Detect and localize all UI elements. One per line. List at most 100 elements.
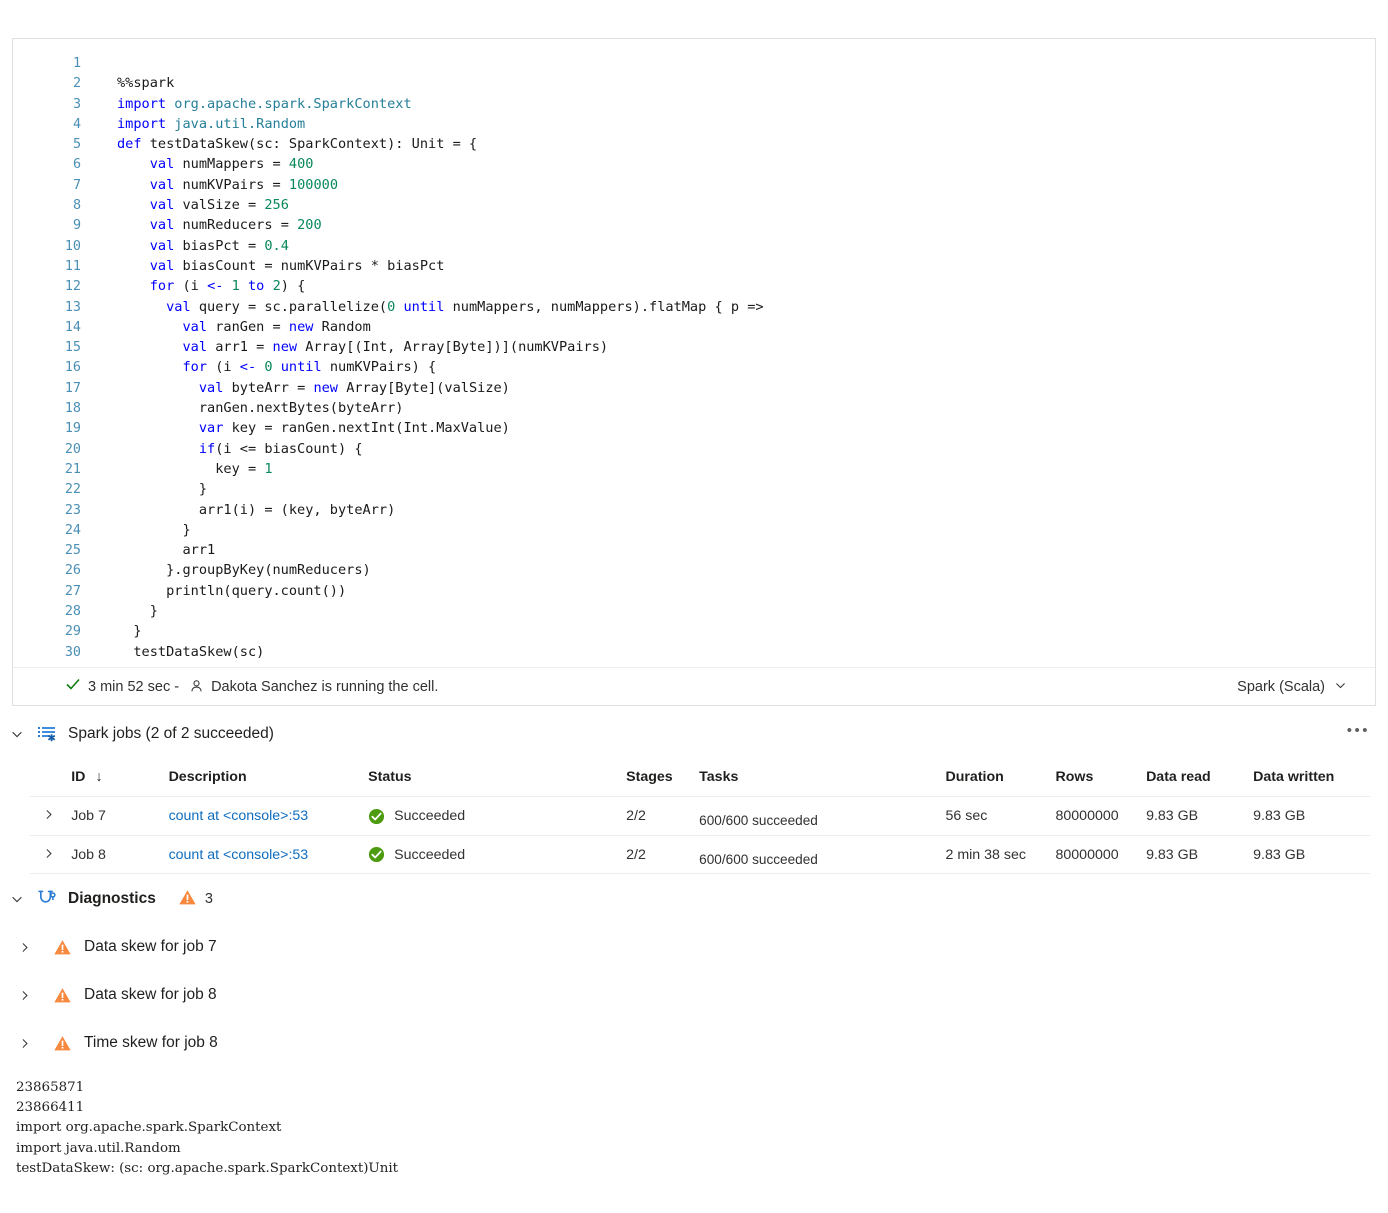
code-token: (i (182, 278, 208, 295)
code-token: } (117, 623, 142, 640)
tasks-progress-bar (699, 832, 939, 835)
status-label: Succeeded (394, 846, 466, 863)
code-line: 16 for (i <- 0 until numKVPairs) { (13, 357, 1375, 377)
spark-jobs-icon (34, 724, 60, 744)
code-token: key = ranGen.nextInt(Int.MaxValue) (231, 420, 510, 437)
code-token: val (182, 339, 216, 356)
diagnostics-item[interactable]: Time skew for job 8 (0, 1026, 700, 1060)
code-line-text: import java.util.Random (81, 114, 305, 134)
code-line: 13 val query = sc.parallelize(0 until nu… (13, 297, 1375, 317)
diagnostics-item[interactable]: Data skew for job 7 (0, 930, 700, 964)
line-number: 19 (64, 421, 81, 437)
code-line-text: } (81, 520, 191, 540)
code-token: Random (321, 318, 371, 335)
spark-jobs-header[interactable]: Spark jobs (2 of 2 succeeded) (0, 716, 1388, 752)
cell-job-id: Job 8 (71, 846, 106, 863)
column-header-id[interactable]: ID ↓ (71, 769, 168, 785)
column-header-status[interactable]: Status (368, 769, 626, 785)
code-token: arr1(i) = (key, byteArr) (117, 501, 396, 518)
column-header-duration[interactable]: Duration (946, 769, 1056, 785)
diagnostics-warning-count: 3 (204, 891, 213, 907)
code-token: } (117, 481, 208, 498)
output-line: 23866411 (16, 1100, 85, 1116)
spark-jobs-more-button[interactable]: ••• (1347, 722, 1370, 739)
code-line-text: val numReducers = 200 (81, 215, 322, 235)
cell-description-link[interactable]: count at <console>:53 (169, 808, 369, 824)
row-expand-button[interactable] (30, 808, 71, 824)
code-token: 2 (272, 278, 281, 295)
code-line: 12 for (i <- 1 to 2) { (13, 276, 1375, 296)
cell-status-bar: 3 min 52 sec - Dakota Sanchez is running… (13, 667, 1375, 705)
code-line-text: def testDataSkew(sc: SparkContext): Unit… (81, 134, 477, 154)
code-line: 11 val biasCount = numKVPairs * biasPct (13, 256, 1375, 276)
chevron-right-icon[interactable] (0, 930, 48, 964)
chevron-down-icon[interactable] (0, 716, 34, 752)
code-token: ) { (280, 278, 306, 295)
output-line: import org.apache.spark.SparkContext (16, 1120, 282, 1136)
tasks-progress-bar (699, 793, 939, 796)
chevron-right-icon[interactable] (0, 978, 48, 1012)
column-header-stages[interactable]: Stages (626, 769, 699, 785)
table-row[interactable]: Job 8 count at <console>:53 Succeeded 2/2 60… (30, 835, 1370, 874)
line-number: 23 (64, 502, 81, 518)
line-number: 16 (64, 360, 81, 376)
diagnostics-header[interactable]: Diagnostics 3 (0, 882, 700, 916)
chevron-right-icon[interactable] (0, 1026, 48, 1060)
stethoscope-icon (34, 889, 60, 910)
line-number: 28 (64, 604, 81, 620)
cell-description-link[interactable]: count at <console>:53 (169, 847, 369, 863)
output-line: import java.util.Random (16, 1140, 181, 1156)
cell-rows: 80000000 (1055, 808, 1119, 824)
code-token: biasPct = (182, 237, 265, 254)
code-line-text: var key = ranGen.nextInt(Int.MaxValue) (81, 418, 510, 438)
code-token: testDataSkew(sc) (117, 643, 265, 660)
column-header-id-label: ID (71, 769, 86, 785)
code-line-text: val numKVPairs = 100000 (81, 175, 338, 195)
column-header-rows[interactable]: Rows (1056, 769, 1147, 785)
code-token: import (117, 115, 175, 132)
language-picker[interactable]: Spark (Scala) (1237, 679, 1365, 695)
row-expand-button[interactable] (30, 847, 71, 863)
code-token: until (280, 359, 330, 376)
code-token: } (117, 521, 191, 538)
cell-status: Succeeded (368, 808, 626, 825)
column-header-description[interactable]: Description (169, 769, 369, 785)
tasks-label: 600/600 succeeded (699, 851, 818, 867)
column-header-data-written[interactable]: Data written (1253, 769, 1370, 785)
code-token: 1 (231, 278, 248, 295)
line-number: 15 (64, 340, 81, 356)
cell-data-written: 9.83 GB (1253, 808, 1306, 824)
column-header-tasks[interactable]: Tasks (699, 769, 945, 785)
status-label: Succeeded (394, 808, 466, 824)
person-icon (189, 679, 204, 694)
code-token: new (272, 339, 306, 356)
code-token: ranGen.nextBytes(byteArr) (117, 400, 404, 417)
code-line-text: ranGen.nextBytes(byteArr) (81, 398, 404, 418)
code-line-text: val arr1 = new Array[(Int, Array[Byte])]… (81, 337, 608, 357)
column-header-data-read[interactable]: Data read (1146, 769, 1253, 785)
warning-icon (48, 938, 76, 957)
code-editor[interactable]: 1 2 %%spark 3 import org.apache.spark.SparkC… (13, 53, 1375, 662)
code-token: ranGen = (215, 318, 289, 335)
table-row[interactable]: Job 7 count at <console>:53 Succeeded 2/2 60… (30, 796, 1370, 835)
cell-duration: 2 min 38 sec (945, 846, 1026, 863)
code-line: 10 val biasPct = 0.4 (13, 236, 1375, 256)
cell-data-read: 9.83 GB (1146, 846, 1199, 863)
line-number: 11 (64, 258, 81, 274)
tasks-label: 600/600 succeeded (699, 813, 818, 828)
chevron-down-icon[interactable] (0, 881, 34, 917)
code-token: numReducers = (182, 217, 298, 234)
cell-output: 23865871 23866411 import org.apache.spark.… (16, 1078, 1316, 1179)
code-token: testDataSkew(sc: SparkContext): Unit = { (149, 136, 478, 153)
code-token: new (313, 379, 347, 396)
code-line-text: %%spark (81, 73, 174, 93)
notebook-code-cell[interactable]: 1 2 %%spark 3 import org.apache.spark.SparkC… (12, 38, 1376, 706)
diagnostics-item[interactable]: Data skew for job 8 (0, 978, 700, 1012)
code-line-text: val ranGen = new Random (81, 317, 371, 337)
cell-data-written: 9.83 GB (1253, 846, 1306, 863)
